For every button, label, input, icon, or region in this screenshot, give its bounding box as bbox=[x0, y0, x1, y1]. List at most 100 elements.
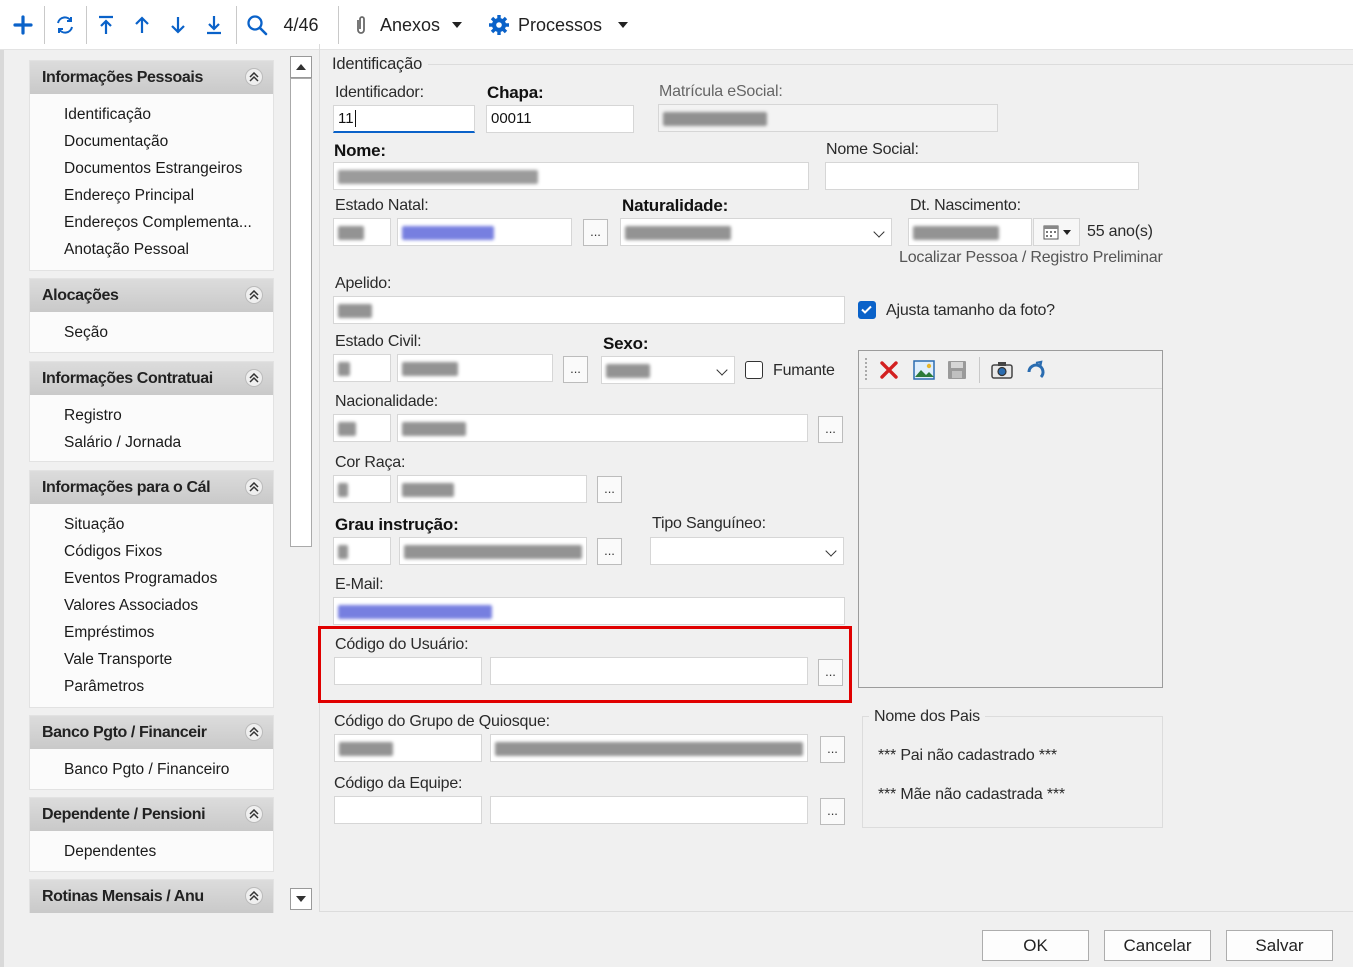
previous-record-icon[interactable] bbox=[128, 8, 156, 42]
ok-button[interactable]: OK bbox=[982, 930, 1089, 961]
group-divider bbox=[428, 64, 1353, 65]
delete-icon[interactable] bbox=[879, 360, 899, 384]
save-icon[interactable] bbox=[947, 360, 967, 384]
chapa-label: Chapa: bbox=[487, 83, 544, 102]
email-input[interactable] bbox=[333, 597, 845, 625]
nav-item-anotacao-pessoal[interactable]: Anotação Pessoal bbox=[30, 236, 273, 263]
image-icon[interactable] bbox=[913, 360, 935, 384]
nav-group-header[interactable]: Informações para o Cál bbox=[30, 471, 273, 504]
nome-social-input[interactable] bbox=[825, 162, 1139, 190]
cor-raca-lookup-button[interactable]: ... bbox=[597, 476, 622, 503]
codigo-quiosque-name-input[interactable] bbox=[490, 734, 808, 762]
collapse-icon[interactable] bbox=[245, 805, 263, 823]
nome-social-label: Nome Social: bbox=[826, 141, 919, 158]
fumante-checkbox[interactable] bbox=[745, 361, 763, 379]
nav-item-salario-jornada[interactable]: Salário / Jornada bbox=[30, 429, 273, 456]
nav-item-endereco-principal[interactable]: Endereço Principal bbox=[30, 182, 273, 209]
record-counter: 4/46 bbox=[283, 14, 319, 35]
nav-item-identificacao[interactable]: Identificação bbox=[30, 101, 273, 128]
scroll-thumb[interactable] bbox=[290, 78, 312, 547]
processos-menu[interactable]: Processos bbox=[488, 8, 634, 42]
date-picker-button[interactable] bbox=[1033, 218, 1080, 246]
nav-group-header[interactable]: Informações Contratuai bbox=[30, 362, 273, 395]
cor-raca-name-input[interactable] bbox=[397, 475, 587, 503]
camera-icon[interactable] bbox=[991, 361, 1013, 383]
anexos-menu[interactable]: Anexos bbox=[352, 8, 476, 42]
scroll-up-icon[interactable] bbox=[290, 56, 312, 78]
rotate-icon[interactable] bbox=[1025, 360, 1047, 384]
search-icon[interactable] bbox=[242, 8, 272, 42]
nav-item-enderecos-complementares[interactable]: Endereços Complementa... bbox=[30, 209, 273, 236]
codigo-quiosque-lookup-button[interactable]: ... bbox=[820, 736, 845, 763]
nav-item-parametros[interactable]: Parâmetros bbox=[30, 673, 273, 700]
salvar-button[interactable]: Salvar bbox=[1226, 930, 1333, 961]
nav-item-codigos-fixos[interactable]: Códigos Fixos bbox=[30, 538, 273, 565]
collapse-icon[interactable] bbox=[245, 478, 263, 496]
naturalidade-select[interactable] bbox=[620, 218, 892, 246]
nacionalidade-lookup-button[interactable]: ... bbox=[818, 416, 843, 443]
tipo-sanguineo-select[interactable] bbox=[650, 537, 844, 565]
first-record-icon[interactable] bbox=[92, 8, 120, 42]
identificador-value: 11 bbox=[338, 110, 354, 127]
last-record-icon[interactable] bbox=[200, 8, 228, 42]
nacionalidade-name-input[interactable] bbox=[397, 414, 808, 442]
nav-item-documentacao[interactable]: Documentação bbox=[30, 128, 273, 155]
highlight-box bbox=[318, 626, 852, 703]
nome-input[interactable] bbox=[333, 162, 809, 190]
estado-civil-lookup-button[interactable]: ... bbox=[563, 356, 588, 383]
cor-raca-label: Cor Raça: bbox=[335, 454, 406, 471]
ajusta-foto-checkbox[interactable] bbox=[858, 301, 876, 319]
codigo-quiosque-input[interactable] bbox=[334, 734, 482, 762]
codigo-equipe-lookup-button[interactable]: ... bbox=[820, 798, 845, 825]
codigo-equipe-name-input[interactable] bbox=[490, 796, 808, 824]
nav-item-vale-transporte[interactable]: Vale Transporte bbox=[30, 646, 273, 673]
nav-item-documentos-estrangeiros[interactable]: Documentos Estrangeiros bbox=[30, 155, 273, 182]
grau-instrucao-name-input[interactable] bbox=[399, 537, 587, 565]
nav-group-header[interactable]: Informações Pessoais bbox=[30, 61, 273, 94]
apelido-input[interactable] bbox=[333, 296, 845, 324]
next-record-icon[interactable] bbox=[164, 8, 192, 42]
collapse-icon[interactable] bbox=[245, 286, 263, 304]
nav-item-registro[interactable]: Registro bbox=[30, 402, 273, 429]
dt-nascimento-input[interactable] bbox=[908, 218, 1032, 246]
cor-raca-code-input[interactable] bbox=[333, 475, 391, 503]
nav-group-header[interactable]: Alocações bbox=[30, 279, 273, 312]
add-icon[interactable] bbox=[8, 8, 38, 42]
scroll-down-icon[interactable] bbox=[290, 888, 312, 910]
sexo-select[interactable] bbox=[601, 356, 735, 384]
estado-natal-lookup-button[interactable]: ... bbox=[583, 219, 608, 246]
codigo-equipe-input[interactable] bbox=[334, 796, 482, 824]
collapse-icon[interactable] bbox=[245, 369, 263, 387]
chapa-input[interactable]: 00011 bbox=[486, 105, 634, 133]
nav-item-dependentes[interactable]: Dependentes bbox=[30, 838, 273, 865]
nav-item-valores-associados[interactable]: Valores Associados bbox=[30, 592, 273, 619]
localizar-pessoa-link[interactable]: Localizar Pessoa / Registro Preliminar bbox=[899, 249, 1163, 267]
nav-group-header[interactable]: Rotinas Mensais / Anu bbox=[30, 880, 273, 913]
grau-instrucao-code-input[interactable] bbox=[333, 537, 391, 565]
estado-natal-code-input[interactable] bbox=[333, 218, 391, 246]
nav-item-emprestimos[interactable]: Empréstimos bbox=[30, 619, 273, 646]
nav-group-header[interactable]: Banco Pgto / Financeir bbox=[30, 716, 273, 749]
estado-civil-code-input[interactable] bbox=[333, 354, 391, 382]
matricula-esocial-input bbox=[658, 104, 998, 132]
refresh-icon[interactable] bbox=[50, 8, 80, 42]
nav-group-alocacoes: Alocações Seção bbox=[29, 278, 274, 353]
nav-scrollbar[interactable] bbox=[290, 56, 314, 912]
collapse-icon[interactable] bbox=[245, 887, 263, 905]
nav-item-secao[interactable]: Seção bbox=[30, 319, 273, 346]
estado-natal-name-input[interactable] bbox=[397, 218, 572, 246]
nav-item-banco-pgto-financeiro[interactable]: Banco Pgto / Financeiro bbox=[30, 756, 273, 783]
nav-item-eventos-programados[interactable]: Eventos Programados bbox=[30, 565, 273, 592]
nav-group-informacoes-pessoais: Informações Pessoais Identificação Docum… bbox=[29, 60, 274, 271]
nacionalidade-code-input[interactable] bbox=[333, 414, 391, 442]
collapse-icon[interactable] bbox=[245, 723, 263, 741]
estado-civil-name-input[interactable] bbox=[397, 354, 553, 382]
cancelar-button[interactable]: Cancelar bbox=[1104, 930, 1211, 961]
collapse-icon[interactable] bbox=[245, 68, 263, 86]
grau-instrucao-lookup-button[interactable]: ... bbox=[597, 538, 622, 565]
nome-pais-group bbox=[862, 716, 1163, 828]
identificador-input[interactable]: 11 bbox=[333, 105, 475, 133]
nav-group-header[interactable]: Dependente / Pensioni bbox=[30, 798, 273, 831]
calendar-icon bbox=[1043, 225, 1058, 240]
nav-item-situacao[interactable]: Situação bbox=[30, 511, 273, 538]
